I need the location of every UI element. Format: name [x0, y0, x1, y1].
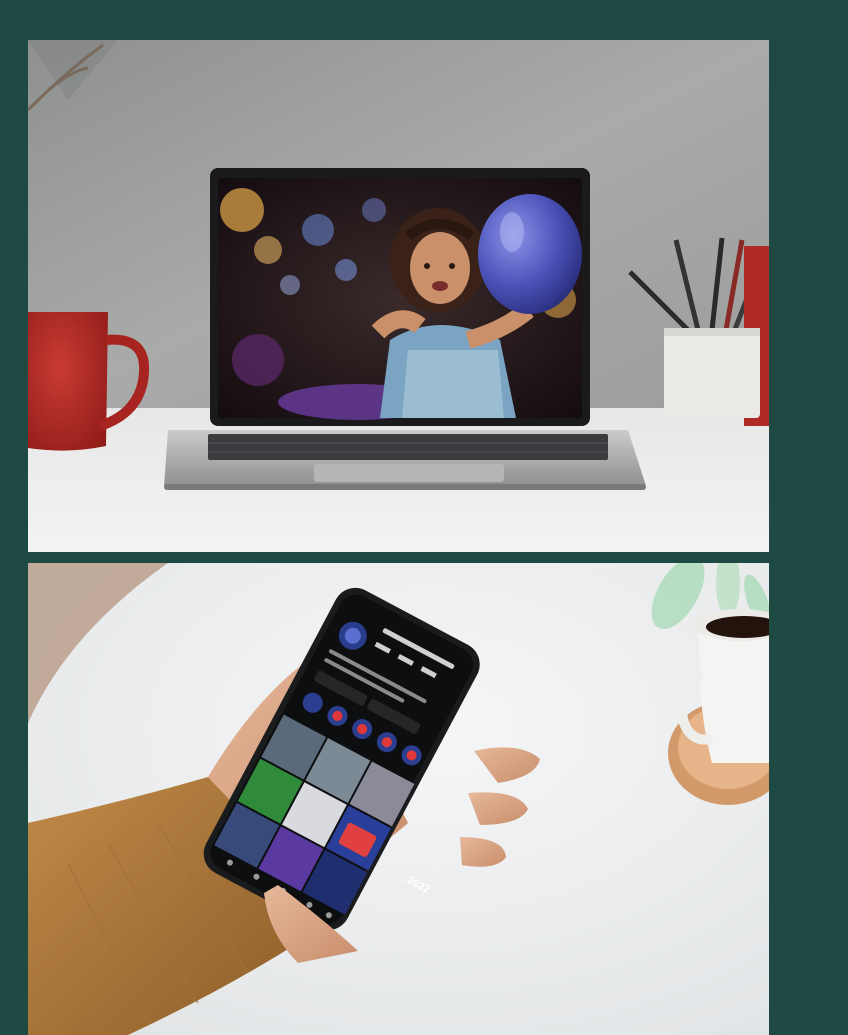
laptop-scene — [28, 40, 769, 552]
laptop — [164, 168, 646, 490]
balloon — [478, 194, 582, 314]
laptop-screen — [218, 178, 582, 420]
laptop-keyboard — [208, 434, 608, 460]
phone-scene: 2022 — [28, 563, 769, 1035]
laptop-trackpad — [314, 464, 504, 482]
laptop-on-desk-photo — [28, 40, 769, 552]
phone-in-hand-photo: 2022 — [28, 563, 769, 1035]
